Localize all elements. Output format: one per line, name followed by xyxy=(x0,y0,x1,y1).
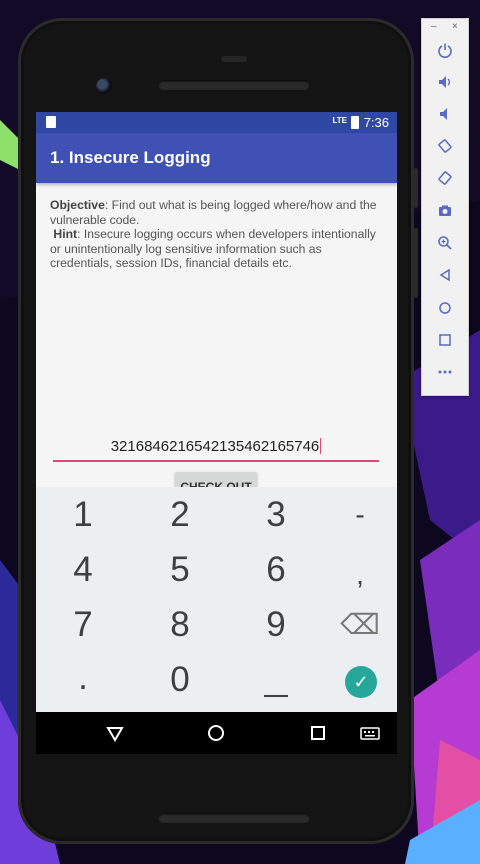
input-value: 3216846216542135462165746 xyxy=(110,438,320,455)
volume-down-icon[interactable] xyxy=(422,105,468,131)
nav-home-icon[interactable] xyxy=(203,720,229,746)
volume-rocker xyxy=(414,228,418,298)
volume-up-icon[interactable] xyxy=(422,73,468,99)
camera-icon[interactable] xyxy=(422,202,468,228)
sensor-slot xyxy=(221,56,247,62)
more-icon[interactable] xyxy=(422,363,468,389)
key-6[interactable]: 6 xyxy=(231,542,321,597)
close-button[interactable]: × xyxy=(452,21,458,32)
home-icon[interactable] xyxy=(422,299,468,325)
text-cursor xyxy=(320,438,322,454)
sd-card-icon xyxy=(46,116,56,128)
key-comma[interactable]: , xyxy=(315,547,397,602)
key-3[interactable]: 3 xyxy=(231,487,321,542)
status-bar: LTE 7:36 xyxy=(36,112,397,133)
zoom-icon[interactable] xyxy=(422,234,468,260)
key-8[interactable]: 8 xyxy=(135,597,225,652)
key-5[interactable]: 5 xyxy=(135,542,225,597)
overview-icon[interactable] xyxy=(422,331,468,357)
numeric-keyboard: 1 2 3 - 4 5 6 , 7 8 9 ⌫ . 0 ✓ xyxy=(36,487,397,712)
earpiece-speaker xyxy=(158,80,310,90)
check-icon: ✓ xyxy=(353,672,369,692)
key-2[interactable]: 2 xyxy=(135,487,225,542)
app-bar: 1. Insecure Logging xyxy=(36,133,397,183)
network-indicator: LTE xyxy=(332,116,347,125)
page-title: 1. Insecure Logging xyxy=(50,148,211,167)
rotate-right-icon[interactable] xyxy=(422,169,468,195)
keyboard-switch-icon[interactable] xyxy=(357,720,383,746)
key-9[interactable]: 9 xyxy=(231,597,321,652)
back-icon[interactable] xyxy=(422,266,468,292)
navigation-bar xyxy=(36,712,397,754)
battery-icon xyxy=(351,116,359,129)
bottom-speaker xyxy=(158,813,310,823)
key-space[interactable] xyxy=(264,695,288,697)
key-0[interactable]: 0 xyxy=(135,652,225,707)
minimize-button[interactable]: – xyxy=(431,21,437,32)
front-camera xyxy=(96,78,112,94)
description: Objective: Find out what is being logged… xyxy=(50,198,386,271)
status-time: 7:36 xyxy=(363,115,389,130)
phone-screen: LTE 7:36 1. Insecure Logging Objective: … xyxy=(36,112,397,712)
enter-key[interactable]: ✓ xyxy=(345,666,377,698)
key-4[interactable]: 4 xyxy=(38,542,128,597)
hint-label: Hint xyxy=(53,227,78,241)
nav-back-icon[interactable] xyxy=(102,720,128,746)
rotate-left-icon[interactable] xyxy=(422,137,468,163)
objective-label: Objective xyxy=(50,198,105,212)
power-icon[interactable] xyxy=(422,41,468,67)
key-minus[interactable]: - xyxy=(315,487,397,542)
card-number-input[interactable]: 3216846216542135462165746 xyxy=(53,434,379,462)
key-1[interactable]: 1 xyxy=(38,487,128,542)
hint-text: : Insecure logging occurs when developer… xyxy=(50,227,376,270)
backspace-icon[interactable]: ⌫ xyxy=(315,597,397,652)
side-button xyxy=(414,168,418,208)
key-7[interactable]: 7 xyxy=(38,597,128,652)
emulator-toolbar: – × xyxy=(421,18,469,396)
nav-overview-icon[interactable] xyxy=(305,720,331,746)
key-period[interactable]: . xyxy=(38,650,128,705)
